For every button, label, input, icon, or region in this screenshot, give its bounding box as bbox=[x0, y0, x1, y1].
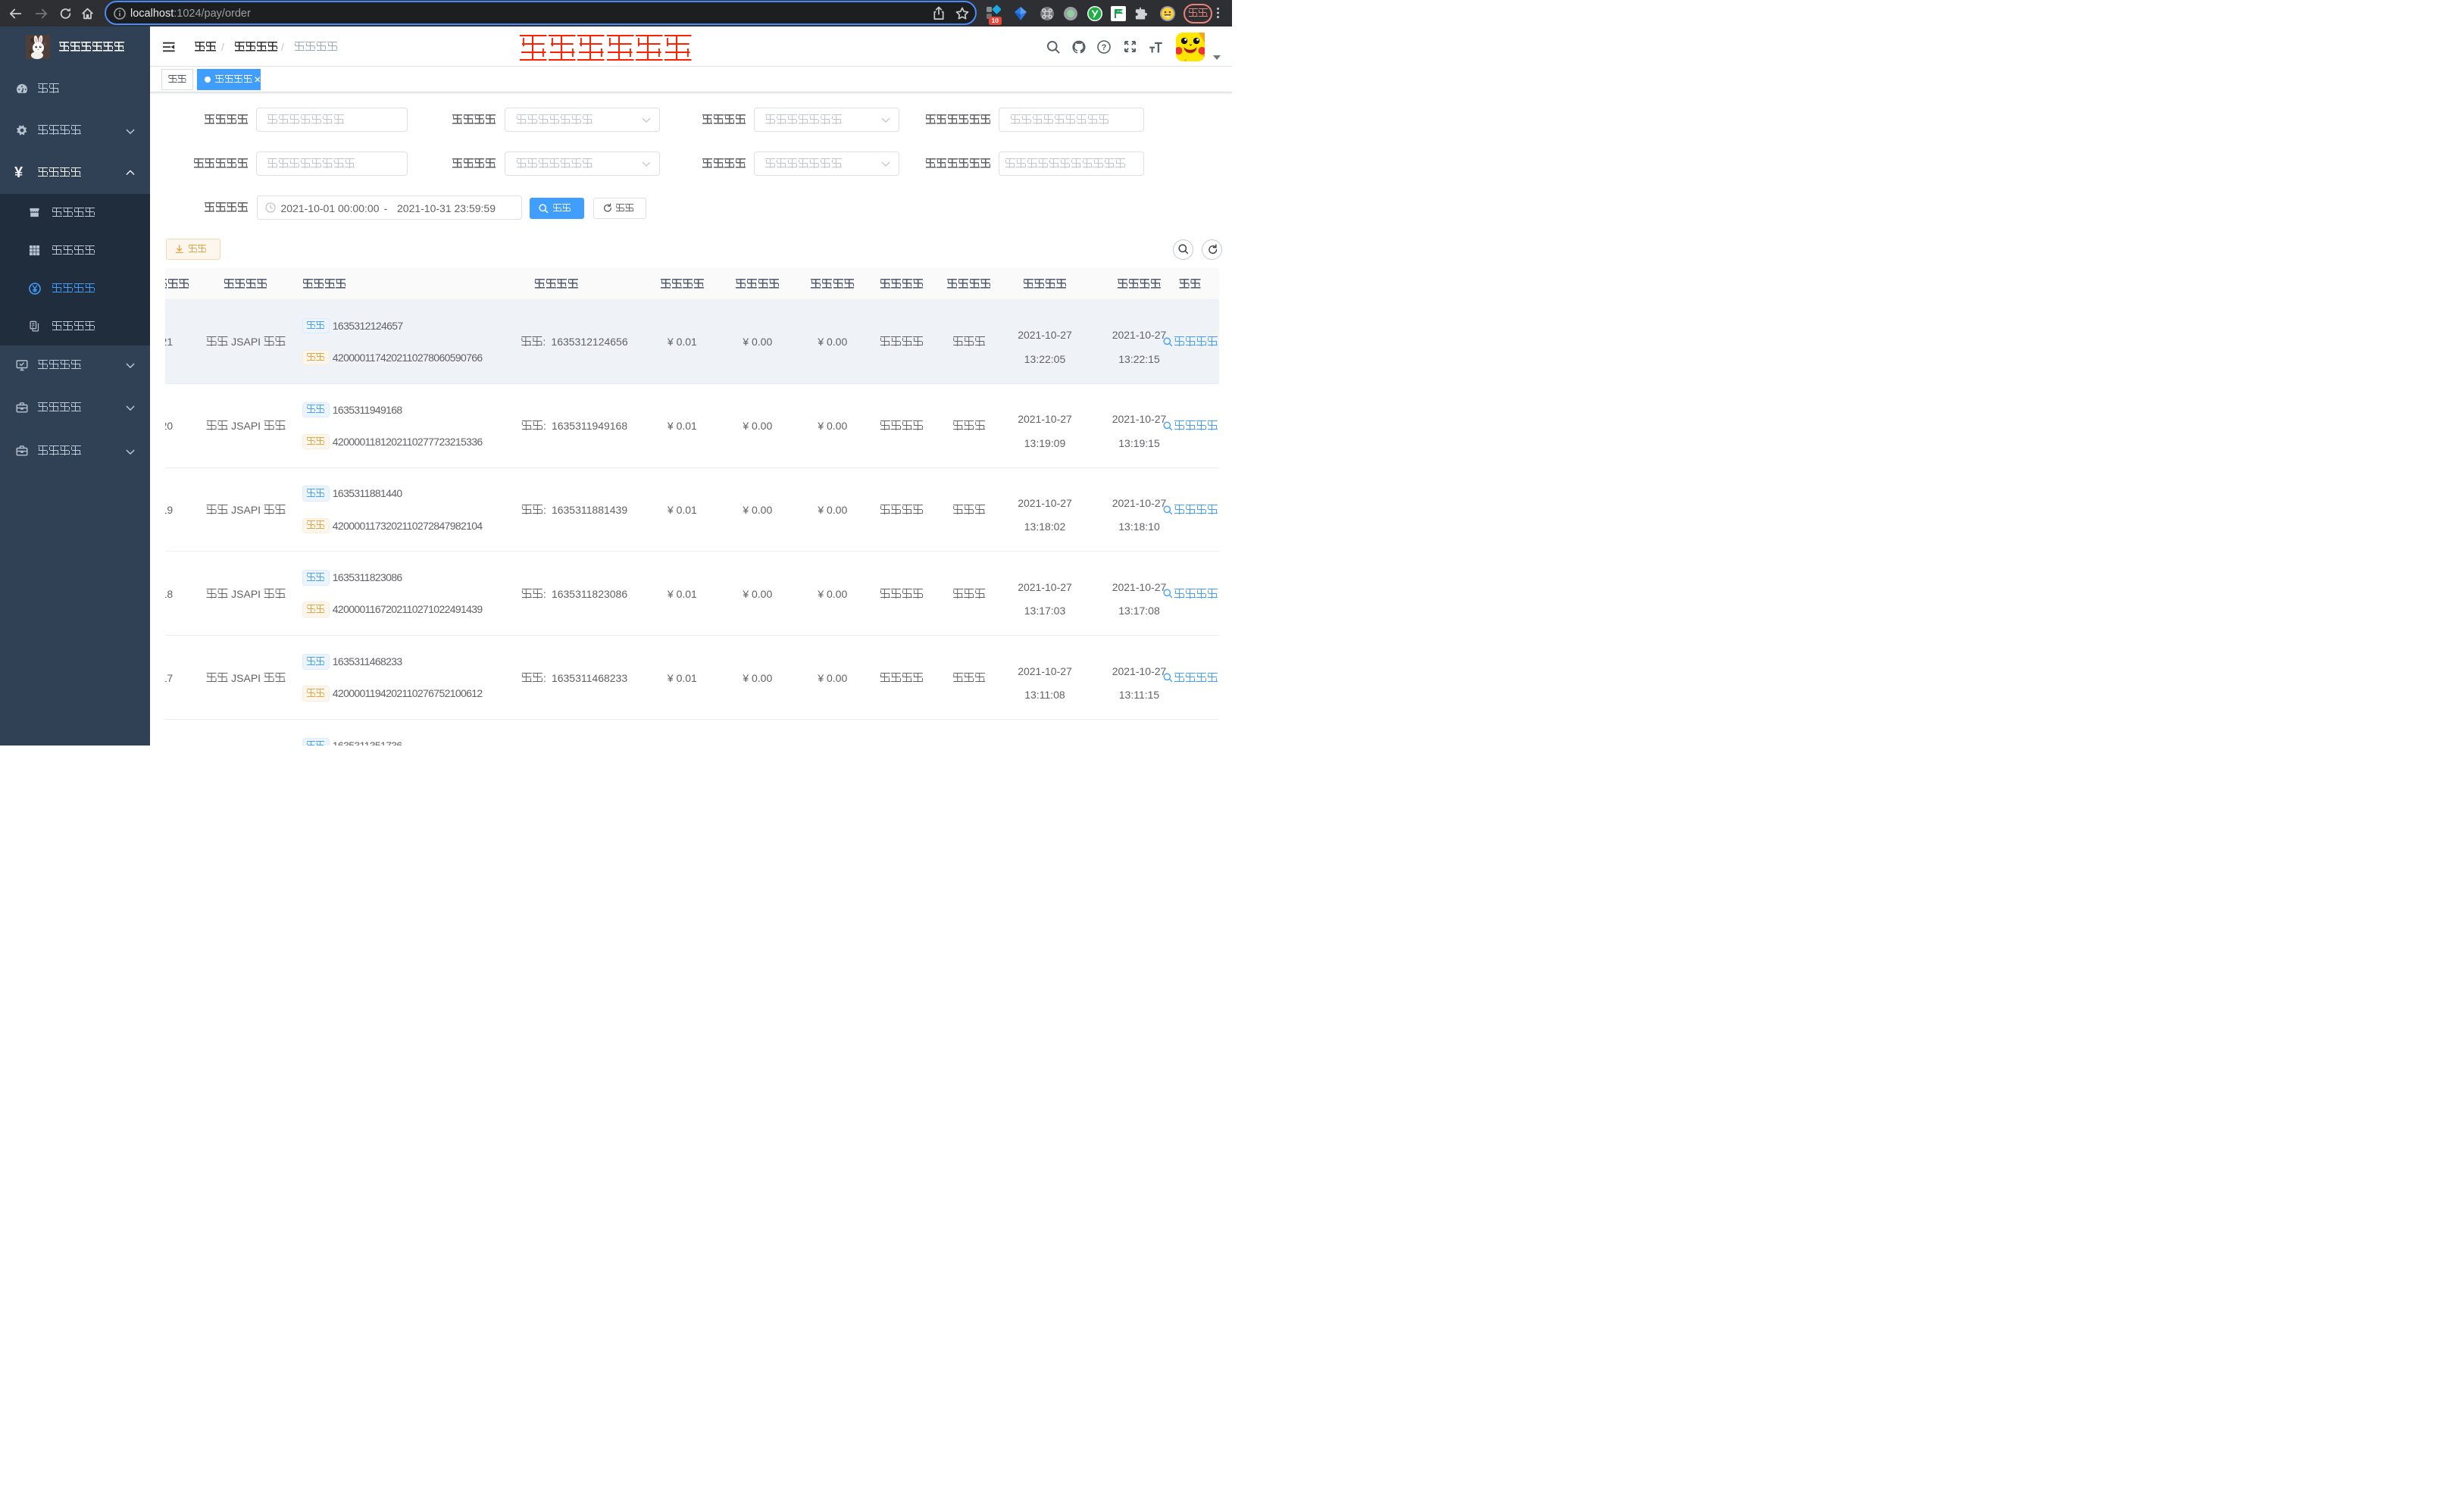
svg-text:?: ? bbox=[1102, 43, 1107, 52]
